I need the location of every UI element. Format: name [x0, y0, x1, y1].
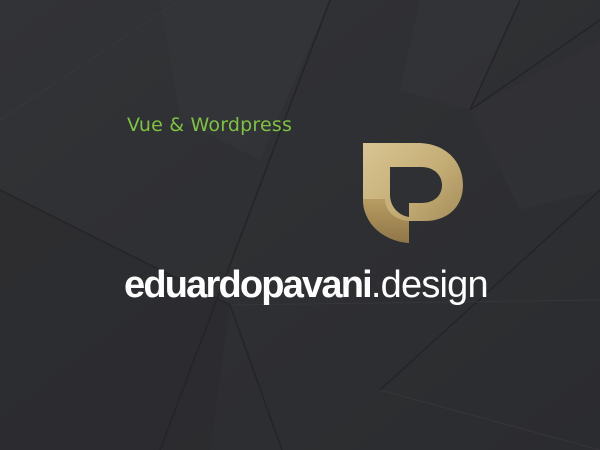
domain-suffix: .design	[370, 264, 489, 306]
background-pattern	[0, 0, 600, 450]
brand-name: eduardopavani	[124, 264, 373, 306]
tagline: Vue & Wordpress	[127, 114, 293, 136]
brand-wordmark: eduardopavani.design	[124, 262, 489, 308]
pd-monogram-icon	[363, 143, 463, 243]
